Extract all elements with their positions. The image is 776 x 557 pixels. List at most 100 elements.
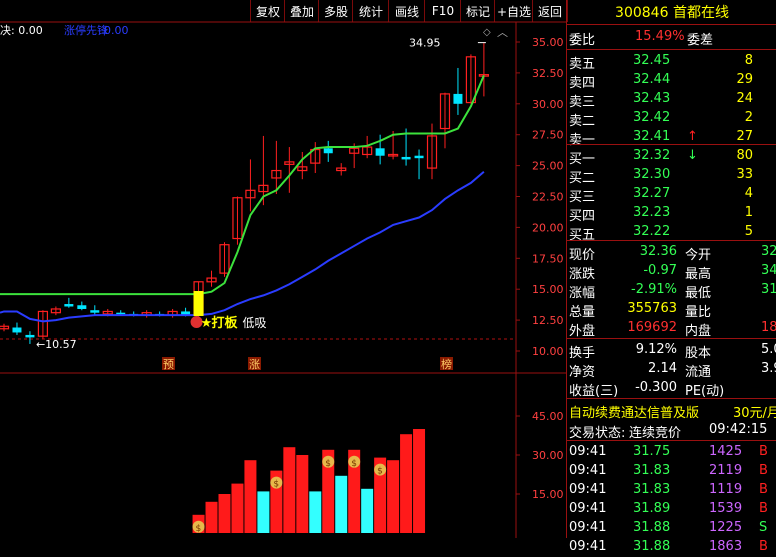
tick-volume: 1863 [709,539,743,554]
stock-name: 首都在线 [672,5,729,21]
collapse-icon[interactable]: ︿ [497,26,508,39]
tick-volume: 1119 [709,482,743,497]
tick-price: 31.83 [633,463,671,478]
ask-row-label: 卖五 [569,57,596,72]
ask-row-price: 32.44 [633,72,671,87]
stat-row: 现价 32.36 今开 32 [569,243,776,263]
candle [414,149,424,180]
ask-row[interactable]: 卖二 32.42 2 [569,109,775,129]
ad-text[interactable]: 自动续费通达信普及版 [569,402,699,421]
price-axis-label: 22.50 [532,191,564,204]
stat-row-label: 涨幅 [569,286,596,301]
ad-price[interactable]: 30元/月 [733,402,776,421]
event-marker[interactable]: 预 [163,358,174,371]
indicator-value: 0.00 [104,24,129,37]
chart-panel[interactable]: 复权 叠加 多股 统计 画线 F10 标记 +自选 返回 决: 0.00 涨停先… [0,0,568,538]
bid-row[interactable]: 买四 32.23 1 [569,204,775,224]
tick-time: 09:41 [569,463,607,478]
candle-body [116,312,126,315]
tick-row: 09:41 31.75 1425 B [569,443,775,462]
kline-chart[interactable]: 决: 0.00 涨停先锋 0.00 ◇ ︿ 35.00 32.50 30.00 27.… [0,0,566,538]
tick-row: 09:41 31.89 1539 B [569,500,775,519]
stat2-row-value: 2.14 [648,361,677,376]
bid-row[interactable]: 买一 32.32 80 ↓ [569,147,775,167]
candle [0,323,10,332]
bid-row-volume: 80 [736,148,753,163]
tick-row: 09:41 31.83 2119 B [569,462,775,481]
candle [77,301,87,311]
stat-row-value2: 186 [761,320,776,335]
volume-axis-label: 15.00 [532,488,564,501]
stat-row-label: 外盘 [569,324,596,339]
bid-row[interactable]: 买三 32.27 4 [569,185,775,205]
stat-row-label: 现价 [569,248,596,263]
signal-bar [193,291,204,316]
volume-axis-label: 45.00 [532,410,564,423]
candle [206,270,217,287]
ask-row[interactable]: 卖三 32.43 24 [569,90,775,110]
ask-row-price: 32.42 [633,110,671,125]
svg-text:$: $ [273,480,279,490]
tick-volume: 1539 [709,501,743,516]
svg-text:$: $ [351,459,357,469]
candle-body [90,310,100,313]
tick-time: 09:41 [569,444,607,459]
tick-time: 09:41 [569,501,607,516]
stat2-row-value: 9.12% [635,342,677,357]
candle [426,123,438,180]
stat-row: 总量 355763 量比 [569,300,775,320]
volume-bar [400,434,413,533]
tick-row: 09:41 31.83 1119 B [569,481,775,500]
candle-body [414,155,424,159]
volume-bar [413,429,426,533]
tick-price: 31.88 [633,539,671,554]
candle [64,297,74,308]
candle [439,92,451,149]
candle-body [401,156,411,160]
stock-code: 300846 [615,5,669,21]
tick-side: B [759,539,768,554]
candle [12,322,22,335]
tick-volume: 2119 [709,463,743,478]
tick-time: 09:41 [569,482,607,497]
tick-row: 09:41 31.88 1225 S [569,519,775,538]
event-marker[interactable]: 榜 [441,357,452,371]
stock-header: 300846 首都在线 [567,2,776,22]
tick-price: 31.75 [633,444,671,459]
volume-bar [231,483,244,533]
blue-ma-line [0,171,485,323]
stat2-row-label: 净资 [569,365,596,380]
low-label: ←10.57 [36,338,77,351]
stat-row-label2: 最低 [685,286,712,301]
ask-row-price: 32.43 [633,91,671,106]
ad-row[interactable]: 自动续费通达信普及版 30元/月 [569,401,776,421]
volume-bar [244,460,257,533]
price-axis-label: 10.00 [532,345,564,358]
bid-row-price: 32.30 [633,167,671,182]
volume-axis-label: 30.00 [532,449,564,462]
signal-label-2: 低吸 [243,316,267,330]
stat-row: 外盘 169692 内盘 186 [569,319,776,339]
bid-row-price: 32.27 [633,186,671,201]
candle-body [77,305,87,309]
stat2-row: 净资 2.14 流通 3.9 [569,360,776,380]
event-marker[interactable]: 涨 [249,358,260,371]
status-row: 交易状态: 连续竞价 09:42:15 [569,422,768,441]
stat-row-label: 总量 [569,305,596,320]
volume-bars: $ $ $ $ $ [192,429,426,534]
ask-row[interactable]: 卖四 32.44 29 [569,71,775,91]
ask-row-label: 卖一 [569,133,596,148]
ask-row-volume: 8 [744,53,753,68]
stat2-row-label2: 流通 [685,365,712,380]
bid-row-volume: 4 [744,186,753,201]
stat2-row-label: 换手 [569,346,596,361]
candle [232,196,243,245]
high-label: 34.95 [409,37,441,50]
svg-text:$: $ [325,459,331,469]
diamond-icon[interactable]: ◇ [483,27,491,38]
volume-bar [309,491,322,533]
bid-row[interactable]: 买二 32.30 33 [569,166,775,186]
tick-price: 31.88 [633,520,671,535]
tick-side: B [759,501,768,516]
ask-row[interactable]: 卖五 32.45 8 [569,52,775,72]
